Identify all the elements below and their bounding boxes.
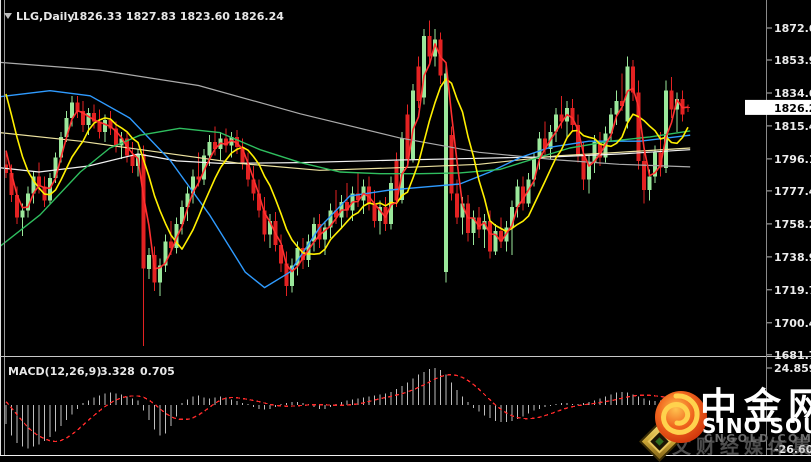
price-axis[interactable]: 1872.60 1853.90 1834.65 1815.40 1796.15 1777.… xyxy=(745,22,811,362)
candle-body xyxy=(400,139,404,201)
candle-body xyxy=(648,176,652,190)
current-price-label: 1826.24 xyxy=(774,102,811,115)
moving-averages xyxy=(0,44,690,288)
ma-khaki xyxy=(0,133,690,171)
mt4-chart-window: 1872.60 1853.90 1834.65 1815.40 1796.15 1777.… xyxy=(0,0,811,462)
symbol-period-label: LLG,Daily xyxy=(16,10,75,23)
collapse-triangle-icon[interactable] xyxy=(4,13,12,19)
watermark: 中文财经媒体集团 中金网 SINO SOUND CNGOLD.COM.CN xyxy=(640,385,811,461)
price-axis-label: 1700.45 xyxy=(774,317,811,330)
watermark-domain: CNGOLD.COM.CN xyxy=(704,432,811,445)
ma-green xyxy=(0,128,690,246)
macd-label: MACD(12,26,9) 3.328 0.705 xyxy=(8,365,175,378)
candle-body xyxy=(131,156,135,166)
chart-title: LLG,Daily 1826.33 1827.83 1823.60 1826.2… xyxy=(4,10,284,23)
price-axis-label: 1681.75 xyxy=(774,349,811,362)
price-axis-label: 1853.90 xyxy=(774,54,811,67)
macd-histogram[interactable] xyxy=(6,368,688,448)
candle-body xyxy=(417,67,421,101)
candle-body xyxy=(48,178,52,200)
candle-body xyxy=(670,91,674,110)
price-axis-label: 1796.15 xyxy=(774,153,811,166)
candle-body xyxy=(455,193,459,217)
macd-axis-label: 24.859 xyxy=(774,362,811,375)
candle-body xyxy=(582,156,586,180)
candle-body xyxy=(103,120,107,132)
candle-body xyxy=(488,221,492,252)
candle-body xyxy=(147,255,151,269)
plot-layer[interactable]: 1872.60 1853.90 1834.65 1815.40 1796.15 1777.… xyxy=(0,0,811,456)
price-chart-svg[interactable]: 1872.60 1853.90 1834.65 1815.40 1796.15 1777.… xyxy=(0,0,811,462)
price-axis-label: 1815.40 xyxy=(774,120,811,133)
price-axis-label: 1834.65 xyxy=(774,87,811,100)
candle-body xyxy=(208,142,212,156)
price-axis-label: 1777.45 xyxy=(774,185,811,198)
candle-body xyxy=(21,211,25,218)
candle-body xyxy=(142,154,146,269)
macd-indicator-name: MACD(12,26,9) xyxy=(8,365,101,378)
price-axis-label: 1738.95 xyxy=(774,251,811,264)
candle-body xyxy=(428,36,432,57)
candlesticks[interactable] xyxy=(4,21,690,346)
macd-signal-value: 0.705 xyxy=(140,365,175,378)
candle-body xyxy=(664,91,668,168)
ma-red xyxy=(6,44,688,272)
ohlc-values-label: 1826.33 1827.83 1823.60 1826.24 xyxy=(72,10,284,23)
macd-main-value: 3.328 xyxy=(100,365,135,378)
frame-lines xyxy=(0,0,811,456)
price-axis-label: 1719.70 xyxy=(774,284,811,297)
price-axis-label: 1872.60 xyxy=(774,22,811,35)
macd-signal-line xyxy=(6,375,688,442)
price-axis-label: 1758.20 xyxy=(774,218,811,231)
ma-silver xyxy=(0,62,690,166)
